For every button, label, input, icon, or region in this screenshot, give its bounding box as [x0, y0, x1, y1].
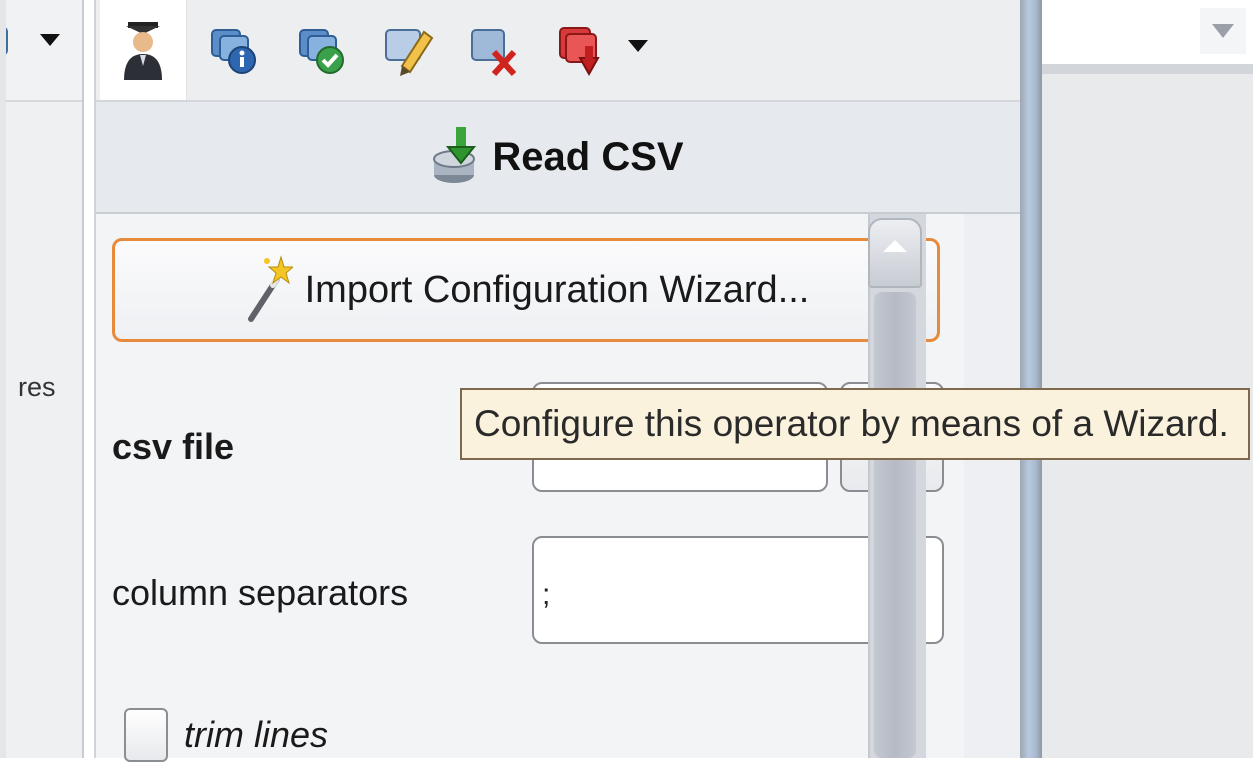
tooltip-text: Configure this operator by means of a Wi…: [474, 403, 1229, 444]
operator-toolbar: [96, 0, 1020, 102]
right-panel: [1042, 0, 1253, 758]
right-combobox-button[interactable]: [1200, 8, 1246, 54]
check-icon[interactable]: [296, 22, 346, 78]
trim-lines-checkbox[interactable]: [124, 708, 168, 762]
operator-title: Read CSV: [96, 102, 1020, 212]
scroll-up-button[interactable]: [868, 218, 922, 288]
info-icon[interactable]: [208, 22, 258, 78]
delete-icon[interactable]: [470, 22, 520, 78]
magic-wand-icon: [243, 253, 294, 328]
right-panel-separator: [1042, 64, 1253, 74]
left-edge: [0, 0, 6, 758]
parameters-list: Import Configuration Wizard... csv file …: [96, 214, 964, 762]
teacher-icon[interactable]: [118, 22, 168, 80]
column-separators-label: column separators: [112, 572, 409, 613]
left-side-panel: res: [0, 0, 84, 758]
chevron-down-icon: [1212, 24, 1234, 38]
import-configuration-wizard-button[interactable]: Import Configuration Wizard...: [112, 238, 940, 342]
truncated-label: res: [18, 372, 56, 402]
operator-title-text: Read CSV: [492, 134, 684, 179]
scrollbar-thumb[interactable]: [874, 292, 916, 758]
operator-title-bar: Read CSV: [96, 102, 1020, 214]
edit-icon[interactable]: [384, 22, 434, 78]
chevron-up-icon: [883, 240, 907, 252]
chevron-down-icon[interactable]: [628, 40, 648, 52]
left-toolbar: [0, 0, 82, 102]
csv-file-label: csv file: [112, 426, 235, 467]
import-csv-icon: [432, 123, 480, 192]
chevron-down-icon[interactable]: [40, 34, 60, 46]
export-icon[interactable]: [558, 22, 608, 78]
trim-lines-label: trim lines: [184, 714, 329, 755]
wizard-button-label: Import Configuration Wizard...: [304, 268, 810, 311]
panel-splitter[interactable]: [1020, 0, 1042, 758]
wizard-tooltip: Configure this operator by means of a Wi…: [460, 388, 1250, 460]
